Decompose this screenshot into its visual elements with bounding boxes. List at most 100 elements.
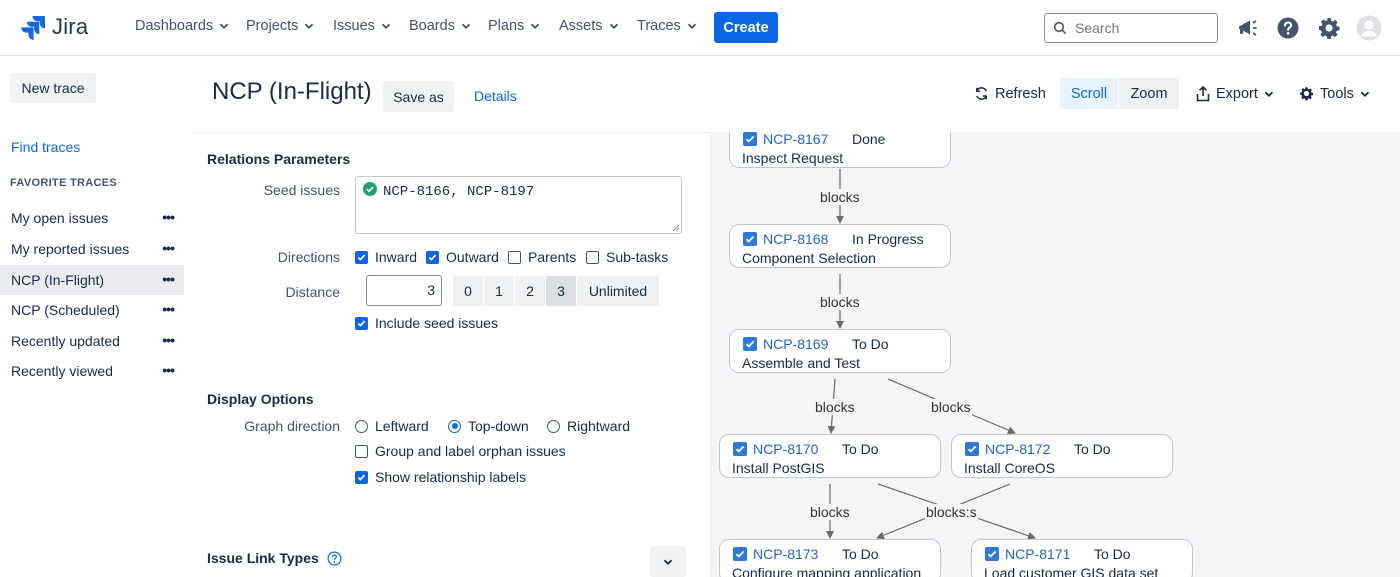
graph-node-ncp-8171[interactable]: NCP-8171 To Do Load customer GIS data se…	[971, 539, 1193, 577]
notifications-button[interactable]	[1233, 14, 1261, 42]
show-relationship-labels-checkbox[interactable]: Show relationship labels	[355, 469, 526, 485]
nav-issues[interactable]: Issues	[333, 18, 391, 34]
more-actions-icon[interactable]: •••	[162, 332, 175, 348]
zoom-mode-button[interactable]: Zoom	[1119, 78, 1179, 109]
sidebar-item-ncp-scheduled[interactable]: NCP (Scheduled) •••	[0, 295, 184, 325]
expand-link-types-button[interactable]	[650, 546, 686, 577]
graph-direction-rightward-radio[interactable]: Rightward	[547, 418, 630, 434]
tools-button[interactable]: Tools	[1299, 78, 1370, 109]
more-actions-icon[interactable]: •••	[162, 271, 175, 287]
seed-issues-value: NCP-8166, NCP-8197	[383, 184, 535, 200]
direction-parents-checkbox[interactable]: Parents	[508, 249, 576, 265]
new-trace-button[interactable]: New trace	[10, 73, 96, 103]
save-as-button[interactable]: Save as	[383, 81, 454, 112]
seed-issues-input[interactable]: NCP-8166, NCP-8197	[355, 176, 682, 234]
more-actions-icon[interactable]: •••	[162, 362, 175, 378]
checkbox-checked-icon	[355, 470, 368, 484]
more-actions-icon[interactable]: •••	[162, 240, 175, 256]
direction-subtasks-checkbox[interactable]: Sub-tasks	[586, 249, 668, 265]
sidebar-item-my-reported-issues[interactable]: My reported issues •••	[0, 234, 184, 264]
include-seed-issues-checkbox[interactable]: Include seed issues	[355, 315, 498, 331]
sidebar: New trace Find traces FAVORITE TRACES My…	[0, 57, 192, 577]
issue-key-link[interactable]: NCP-8167	[763, 132, 828, 147]
edge-label: blocks:s	[925, 504, 978, 520]
graph-node-ncp-8169[interactable]: NCP-8169 To Do Assemble and Test	[729, 329, 951, 373]
graph-direction-topdown-radio[interactable]: Top-down	[448, 418, 529, 434]
checkbox-checked-icon	[355, 250, 368, 264]
distance-input[interactable]: 3	[366, 275, 442, 306]
jira-logo[interactable]: Jira	[20, 14, 88, 40]
nav-projects[interactable]: Projects	[246, 18, 314, 34]
checkbox-unchecked-icon	[355, 444, 368, 458]
sidebar-item-recently-viewed[interactable]: Recently viewed •••	[0, 356, 184, 386]
more-actions-icon[interactable]: •••	[162, 301, 175, 317]
checkbox-label: Outward	[446, 249, 499, 265]
graph-node-ncp-8172[interactable]: NCP-8172 To Do Install CoreOS	[951, 434, 1173, 478]
issue-type-task-icon	[743, 132, 757, 146]
issue-summary: Load customer GIS data set	[984, 565, 1159, 577]
chevron-down-icon	[531, 23, 540, 29]
edge-label: blocks	[819, 189, 861, 205]
graph-node-ncp-8170[interactable]: NCP-8170 To Do Install PostGIS	[719, 434, 941, 478]
sidebar-item-recently-updated[interactable]: Recently updated •••	[0, 326, 184, 356]
issue-key-link[interactable]: NCP-8171	[1005, 546, 1070, 562]
search-input[interactable]	[1075, 20, 1205, 36]
distance-option-3[interactable]: 3	[546, 276, 576, 306]
checkbox-unchecked-icon	[508, 250, 521, 264]
sidebar-item-ncp-in-flight[interactable]: NCP (In-Flight) •••	[0, 265, 184, 295]
settings-button[interactable]	[1315, 14, 1343, 42]
issue-key-link[interactable]: NCP-8169	[763, 336, 828, 352]
nav-assets[interactable]: Assets	[559, 18, 619, 34]
radio-label: Top-down	[468, 418, 529, 434]
nav-traces[interactable]: Traces	[637, 18, 697, 34]
checkbox-label: Sub-tasks	[606, 249, 669, 265]
issue-key-link[interactable]: NCP-8173	[753, 546, 818, 562]
export-button[interactable]: Export	[1196, 78, 1274, 109]
distance-option-2[interactable]: 2	[515, 276, 545, 306]
help-button[interactable]	[1274, 14, 1302, 42]
find-traces-link[interactable]: Find traces	[11, 139, 80, 155]
graph-node-ncp-8173[interactable]: NCP-8173 To Do Configure mapping applica…	[719, 539, 941, 577]
checkbox-label: Show relationship labels	[375, 469, 526, 485]
chevron-down-icon	[1360, 91, 1369, 97]
chevron-down-icon	[381, 23, 391, 29]
group-orphan-issues-checkbox[interactable]: Group and label orphan issues	[355, 443, 566, 459]
direction-inward-checkbox[interactable]: Inward	[355, 249, 417, 265]
directions-label: Directions	[277, 249, 340, 265]
direction-outward-checkbox[interactable]: Outward	[426, 249, 499, 265]
distance-option-0[interactable]: 0	[453, 276, 483, 306]
issue-type-task-icon	[965, 442, 979, 456]
nav-dashboards[interactable]: Dashboards	[135, 18, 229, 34]
issue-key-link[interactable]: NCP-8170	[753, 441, 818, 457]
sidebar-item-label: NCP (In-Flight)	[11, 272, 105, 288]
sidebar-item-label: My reported issues	[11, 241, 130, 257]
issue-key-link[interactable]: NCP-8168	[763, 231, 828, 247]
distance-option-unlimited[interactable]: Unlimited	[577, 276, 659, 306]
chevron-down-icon	[461, 23, 471, 29]
refresh-button[interactable]: Refresh	[974, 78, 1046, 109]
graph-node-ncp-8167[interactable]: NCP-8167 Done Inspect Request	[729, 132, 951, 168]
search-box[interactable]	[1044, 13, 1218, 43]
nav-plans[interactable]: Plans	[488, 18, 540, 34]
resize-handle-icon[interactable]	[672, 224, 680, 232]
sidebar-item-my-open-issues[interactable]: My open issues •••	[0, 203, 184, 233]
help-circle-icon[interactable]	[327, 551, 342, 566]
avatar[interactable]	[1355, 14, 1383, 42]
graph-node-ncp-8168[interactable]: NCP-8168 In Progress Component Selection	[729, 224, 951, 268]
checkbox-label: Inward	[375, 249, 418, 265]
sidebar-item-label: Recently updated	[11, 333, 120, 349]
details-link[interactable]: Details	[474, 88, 517, 104]
more-actions-icon[interactable]: •••	[162, 209, 175, 225]
distance-option-1[interactable]: 1	[484, 276, 514, 306]
nav-boards[interactable]: Boards	[409, 18, 471, 34]
app-name: Jira	[52, 14, 89, 39]
trace-graph-canvas[interactable]: blocks blocks blocks blocks blocks block…	[710, 132, 1400, 577]
graph-direction-leftward-radio[interactable]: Leftward	[355, 418, 429, 434]
create-button[interactable]: Create	[714, 12, 778, 43]
search-icon	[1053, 21, 1067, 35]
issue-summary: Component Selection	[742, 250, 876, 266]
nav-label: Boards	[409, 18, 455, 34]
issue-key-link[interactable]: NCP-8172	[985, 441, 1050, 457]
top-navigation: Jira Dashboards Projects Issues Boards P…	[0, 0, 1400, 56]
scroll-mode-button[interactable]: Scroll	[1060, 78, 1118, 109]
